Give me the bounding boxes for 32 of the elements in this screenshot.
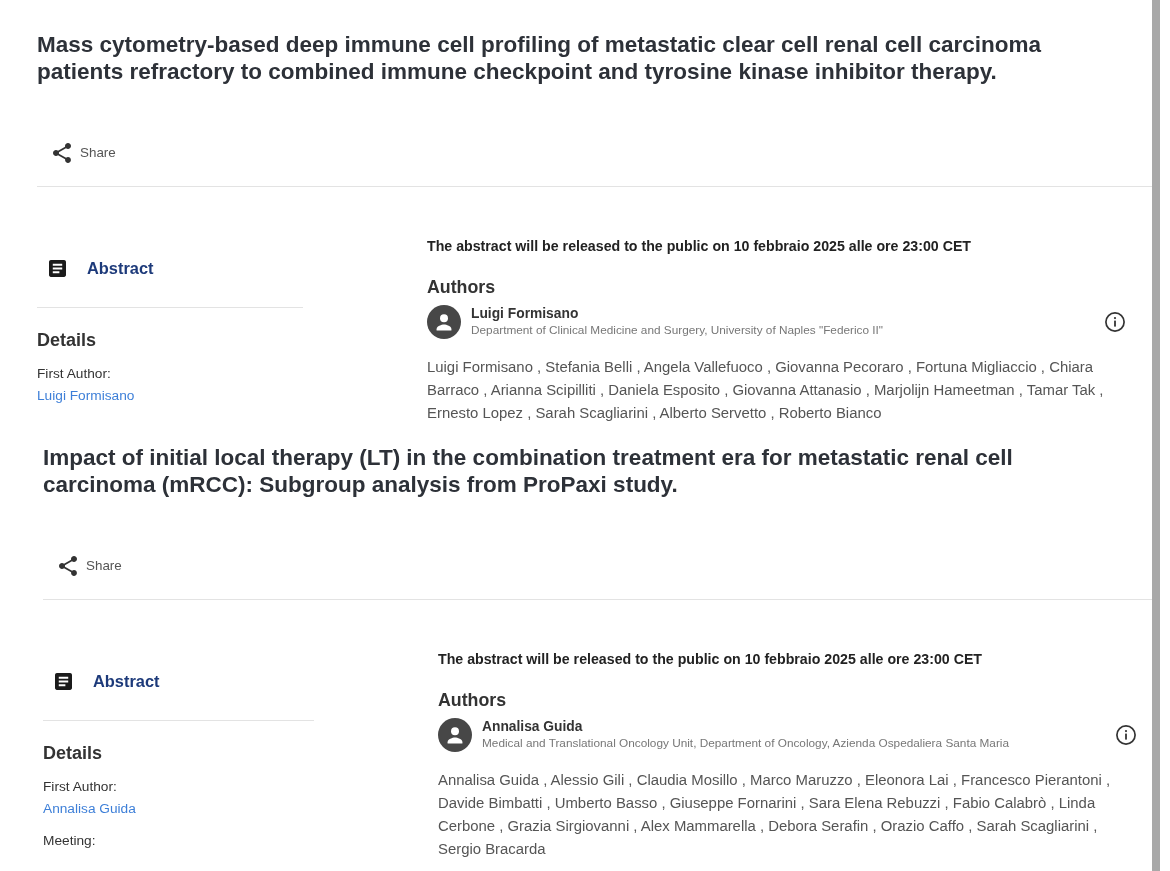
- field-label: First Author:: [43, 778, 117, 796]
- avatar-icon: [427, 305, 461, 339]
- abstract-link[interactable]: Abstract: [37, 248, 154, 288]
- details-heading: Details: [37, 329, 98, 351]
- author-name: Luigi Formisano: [471, 306, 580, 322]
- article-title: Mass cytometry-based deep immune cell profiling of metastatic clear cell renal cell carcinoma patients refractory to combined immune checkpoint and tyrosine kinase inhibitor therapy.: [37, 31, 1043, 85]
- author-affiliation: Medical and Translational Oncology Unit, Department of Oncology, Azienda Ospedaliera Santa Maria: [482, 735, 1009, 751]
- share-button[interactable]: Share: [43, 548, 138, 584]
- share-icon: [53, 143, 71, 163]
- share-icon: [59, 556, 77, 576]
- info-icon[interactable]: [1105, 312, 1125, 332]
- author-link[interactable]: Luigi Formisano: [37, 387, 135, 405]
- document-icon: [55, 672, 72, 690]
- authors-heading: Authors: [427, 276, 497, 298]
- release-notice: The abstract will be released to the public on 10 febbraio 2025 alle ore 23:00 CET: [427, 237, 972, 255]
- author-affiliation: Department of Clinical Medicine and Surgery, University of Naples "Federico II": [471, 322, 884, 338]
- details-heading: Details: [43, 742, 104, 764]
- abstract-link[interactable]: Abstract: [43, 661, 160, 701]
- author-list: Annalisa Guida , Alessio Gili , Claudia Mosillo , Marco Maruzzo , Eleonora Lai , Francesco Pierantoni , Davide Bimbatti , Umberto Basso , Giuseppe Fornarini , Sara Elena Rebuzzi , Fabio Calabrò , Linda Cerbone , Grazia Sirgiovanni , Alex Mammarella , Debora Serafin , Orazio Caffo , Sarah Scagliarini , Sergio Bracarda: [438, 769, 1138, 861]
- document-icon: [49, 259, 66, 277]
- field-label: Meeting:: [43, 832, 96, 850]
- article-title: Impact of initial local therapy (LT) in the combination treatment era for metastatic renal cell carcinoma (mRCC): Subgroup analysis from ProPaxi study.: [43, 444, 1014, 498]
- release-notice: The abstract will be released to the public on 10 febbraio 2025 alle ore 23:00 CET: [438, 650, 983, 668]
- author-link[interactable]: Annalisa Guida: [43, 800, 136, 818]
- scrollbar[interactable]: [1152, 0, 1160, 871]
- share-button[interactable]: Share: [37, 135, 132, 171]
- author-name: Annalisa Guida: [482, 719, 584, 735]
- info-icon[interactable]: [1116, 725, 1136, 745]
- field-label: First Author:: [37, 365, 111, 383]
- author-list: Luigi Formisano , Stefania Belli , Angela Vallefuoco , Giovanna Pecoraro , Fortuna Migliaccio , Chiara Barraco , Arianna Scipilliti , Daniela Esposito , Giovanna Attanasio , Marjolijn Hameetman , Tamar Tak , Ernesto Lopez , Sarah Scagliarini , Alberto Servetto , Roberto Bianco: [427, 356, 1127, 425]
- authors-heading: Authors: [438, 689, 508, 711]
- avatar-icon: [438, 718, 472, 752]
